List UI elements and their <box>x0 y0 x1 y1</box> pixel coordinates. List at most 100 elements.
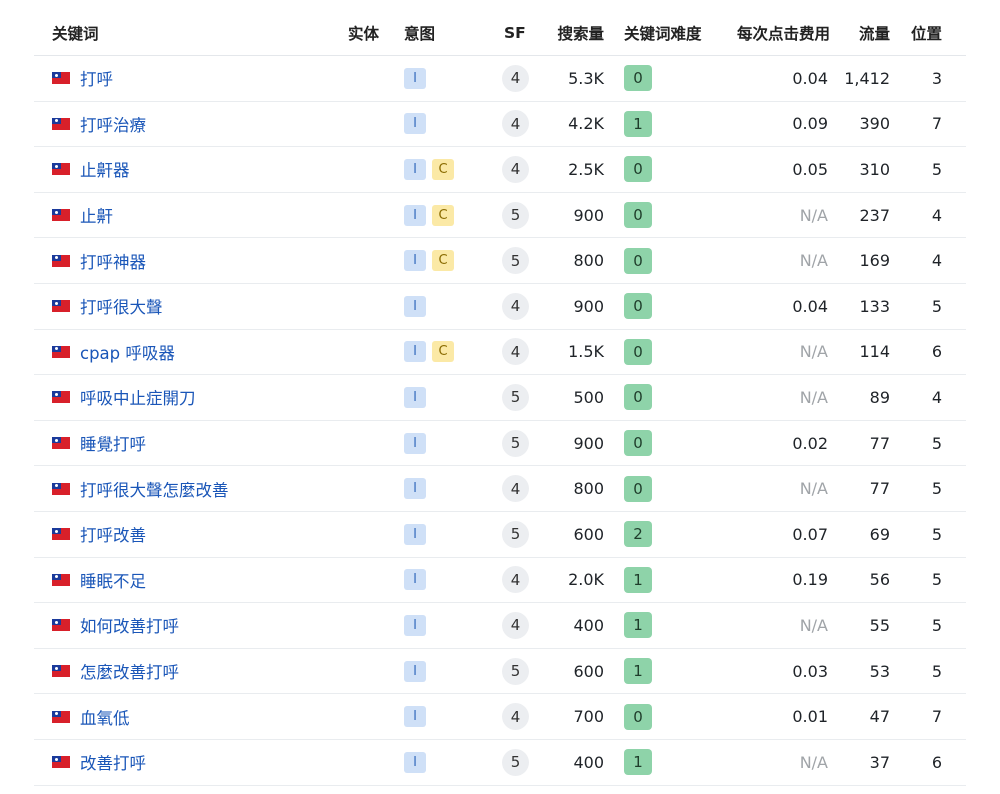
intent-informational-badge: I <box>404 569 426 591</box>
position-cell: 6 <box>931 342 942 362</box>
cpc-cell: 0.05 <box>792 159 828 179</box>
column-header-sf[interactable]: SF <box>504 10 526 55</box>
kd-badge: 1 <box>624 658 652 685</box>
cpc-cell: 0.02 <box>792 433 828 453</box>
position-cell: 5 <box>931 479 942 499</box>
traffic-cell: 47 <box>869 707 890 727</box>
keyword-cell: 止鼾 <box>52 193 113 238</box>
intent-informational-badge: I <box>404 250 426 272</box>
kd-cell: 0 <box>624 694 652 739</box>
serp-features-count[interactable]: 4 <box>502 292 529 320</box>
position-cell: 5 <box>931 524 942 544</box>
keyword-link[interactable]: 打呼很大聲 <box>80 294 163 318</box>
traffic-cell: 37 <box>869 752 890 772</box>
traffic-cell: 77 <box>869 433 890 453</box>
kd-badge: 0 <box>624 293 652 320</box>
volume-cell: 400 <box>573 615 604 635</box>
keyword-link[interactable]: 止鼾 <box>80 203 113 227</box>
intent-informational-badge: I <box>404 341 426 363</box>
sf-cell: 5 <box>502 375 529 420</box>
intent-cell: I <box>404 466 432 511</box>
column-header-entity[interactable]: 实体 <box>348 10 379 55</box>
keyword-link[interactable]: 怎麼改善打呼 <box>80 659 179 683</box>
traffic-cell: 310 <box>859 159 890 179</box>
keyword-cell: 呼吸中止症開刀 <box>52 375 196 420</box>
keyword-link[interactable]: 如何改善打呼 <box>80 613 179 637</box>
column-header-intent[interactable]: 意图 <box>404 10 435 55</box>
column-header-volume[interactable]: 搜索量 <box>557 10 604 55</box>
volume-cell: 5.3K <box>568 68 604 88</box>
taiwan-flag-icon <box>52 209 70 222</box>
sf-cell: 5 <box>502 238 529 283</box>
serp-features-count[interactable]: 4 <box>502 338 529 366</box>
column-header-position[interactable]: 位置 <box>911 10 942 55</box>
serp-features-count[interactable]: 5 <box>502 247 529 275</box>
kd-badge: 0 <box>624 430 652 457</box>
serp-features-count[interactable]: 5 <box>502 383 529 411</box>
traffic-cell: 390 <box>859 114 890 134</box>
serp-features-count[interactable]: 4 <box>502 611 529 639</box>
keyword-link[interactable]: 睡覺打呼 <box>80 431 146 455</box>
serp-features-count[interactable]: 5 <box>502 520 529 548</box>
serp-features-count[interactable]: 4 <box>502 475 529 503</box>
keyword-link[interactable]: 改善打呼 <box>80 750 146 774</box>
serp-features-count[interactable]: 4 <box>502 110 529 138</box>
keyword-link[interactable]: 止鼾器 <box>80 157 130 181</box>
keyword-cell: 血氧低 <box>52 694 130 739</box>
sf-cell: 4 <box>502 694 529 739</box>
serp-features-count[interactable]: 4 <box>502 64 529 92</box>
keyword-cell: 打呼很大聲 <box>52 284 163 329</box>
keyword-link[interactable]: 睡眠不足 <box>80 568 146 592</box>
table-row: cpap 呼吸器 I C 4 1.5K 0 N/A 114 6 <box>34 330 966 376</box>
serp-features-count[interactable]: 5 <box>502 429 529 457</box>
keyword-cell: cpap 呼吸器 <box>52 330 175 375</box>
position-cell: 4 <box>931 387 942 407</box>
keyword-link[interactable]: 血氧低 <box>80 705 130 729</box>
intent-informational-badge: I <box>404 706 426 728</box>
position-cell: 3 <box>931 68 942 88</box>
position-cell: 5 <box>931 570 942 590</box>
volume-cell: 700 <box>573 707 604 727</box>
taiwan-flag-icon <box>52 619 70 632</box>
taiwan-flag-icon <box>52 163 70 176</box>
taiwan-flag-icon <box>52 528 70 541</box>
kd-badge: 0 <box>624 475 652 502</box>
position-cell: 5 <box>931 433 942 453</box>
kd-cell: 0 <box>624 330 652 375</box>
cpc-cell: N/A <box>799 752 828 772</box>
table-row: 打呼很大聲怎麼改善 I 4 800 0 N/A 77 5 <box>34 466 966 512</box>
keyword-cell: 改善打呼 <box>52 740 146 785</box>
column-header-traffic[interactable]: 流量 <box>859 10 890 55</box>
keyword-link[interactable]: 打呼神器 <box>80 249 146 273</box>
volume-cell: 2.5K <box>568 159 604 179</box>
intent-informational-badge: I <box>404 478 426 500</box>
intent-cell: I <box>404 56 432 101</box>
kd-cell: 0 <box>624 56 652 101</box>
column-header-keyword[interactable]: 关键词 <box>52 10 99 55</box>
column-header-cpc[interactable]: 每次点击费用 <box>737 10 830 55</box>
serp-features-count[interactable]: 4 <box>502 155 529 183</box>
volume-cell: 1.5K <box>568 342 604 362</box>
keyword-link[interactable]: cpap 呼吸器 <box>80 340 175 364</box>
cpc-cell: 0.19 <box>792 570 828 590</box>
serp-features-count[interactable]: 4 <box>502 566 529 594</box>
traffic-cell: 89 <box>869 387 890 407</box>
keyword-link[interactable]: 打呼改善 <box>80 522 146 546</box>
kd-badge: 0 <box>624 703 652 730</box>
keyword-link[interactable]: 打呼 <box>80 66 113 90</box>
keyword-link[interactable]: 打呼很大聲怎麼改善 <box>80 477 229 501</box>
taiwan-flag-icon <box>52 710 70 723</box>
serp-features-count[interactable]: 5 <box>502 748 529 776</box>
keyword-link[interactable]: 呼吸中止症開刀 <box>80 385 196 409</box>
serp-features-count[interactable]: 5 <box>502 201 529 229</box>
position-cell: 7 <box>931 114 942 134</box>
serp-features-count[interactable]: 5 <box>502 657 529 685</box>
column-header-kd[interactable]: 关键词难度 <box>624 10 702 55</box>
taiwan-flag-icon <box>52 573 70 586</box>
keyword-link[interactable]: 打呼治療 <box>80 112 146 136</box>
table-row: 呼吸中止症開刀 I 5 500 0 N/A 89 4 <box>34 375 966 421</box>
traffic-cell: 114 <box>859 342 890 362</box>
keyword-cell: 打呼 <box>52 56 113 101</box>
taiwan-flag-icon <box>52 117 70 130</box>
serp-features-count[interactable]: 4 <box>502 703 529 731</box>
